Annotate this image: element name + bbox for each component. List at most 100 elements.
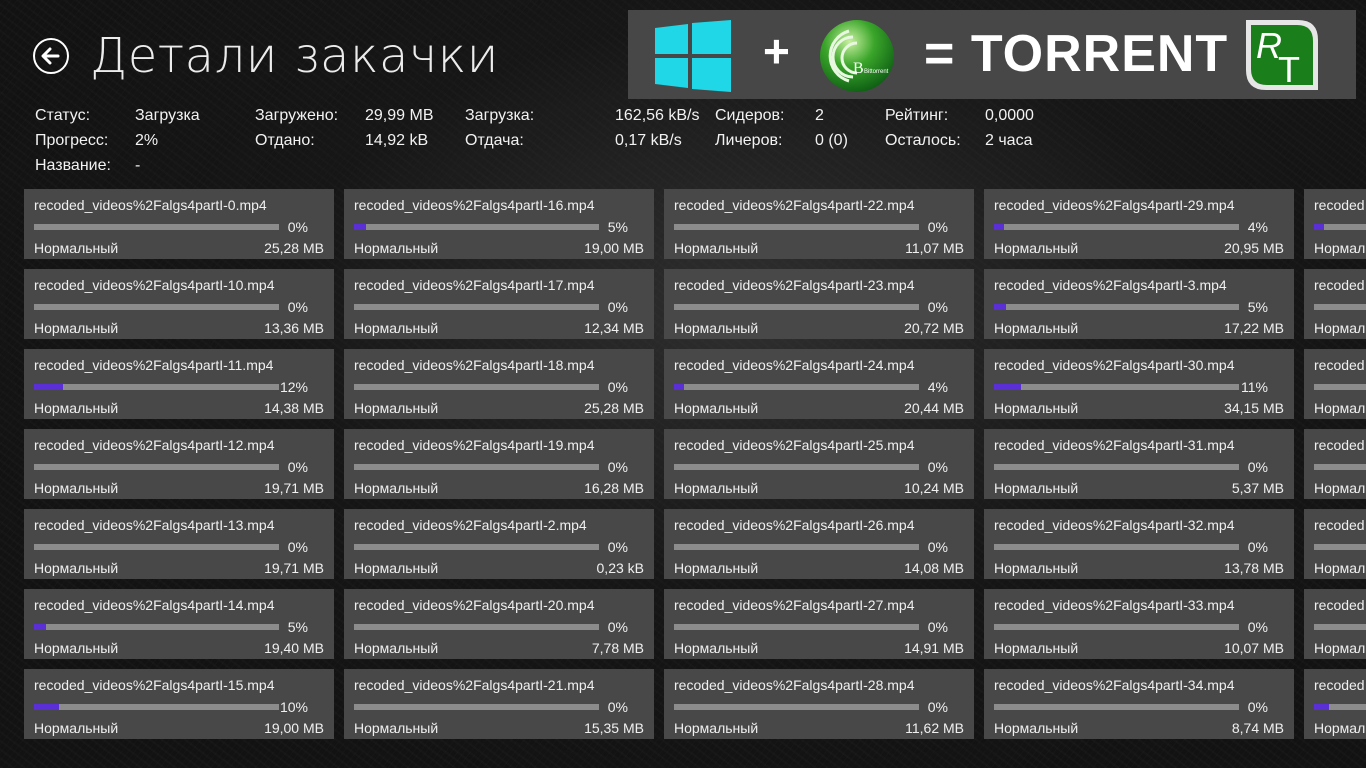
file-tile[interactable]: recoded Нормал [1304, 509, 1366, 579]
file-priority: Нормальный [34, 320, 119, 336]
file-tile[interactable]: recoded_videos%2Falgs4partI-22.mp4 0% Норм… [664, 189, 974, 259]
progress-label: Прогресс: [35, 132, 109, 149]
file-tile[interactable]: recoded_videos%2Falgs4partI-28.mp4 0% Норм… [664, 669, 974, 739]
file-name: recoded_videos%2Falgs4partI-27.mp4 [674, 597, 915, 613]
file-progress-bar [354, 704, 599, 710]
file-tile[interactable]: recoded_videos%2Falgs4partI-20.mp4 0% Норм… [344, 589, 654, 659]
file-percent: 0% [1247, 539, 1268, 555]
file-size: 15,35 MB [584, 720, 644, 736]
file-progress-bar [1314, 384, 1366, 390]
file-priority: Нормальный [34, 720, 119, 736]
file-name: recoded_videos%2Falgs4partI-12.mp4 [34, 437, 275, 453]
file-priority: Нормальный [674, 400, 759, 416]
file-tile[interactable]: recoded_videos%2Falgs4partI-18.mp4 0% Норм… [344, 349, 654, 419]
file-progress-bar [994, 384, 1239, 390]
file-tile[interactable]: recoded_videos%2Falgs4partI-21.mp4 0% Норм… [344, 669, 654, 739]
file-tile[interactable]: recoded Нормал [1304, 269, 1366, 339]
file-size: 19,71 MB [264, 480, 324, 496]
file-tile[interactable]: recoded_videos%2Falgs4partI-19.mp4 0% Норм… [344, 429, 654, 499]
file-tile[interactable]: recoded_videos%2Falgs4partI-12.mp4 0% Норм… [24, 429, 334, 499]
windows-logo-icon [655, 20, 731, 92]
file-percent: 0% [287, 539, 308, 555]
file-size: 13,78 MB [1224, 560, 1284, 576]
file-tile[interactable]: recoded_videos%2Falgs4partI-17.mp4 0% Норм… [344, 269, 654, 339]
file-tile[interactable]: recoded_videos%2Falgs4partI-31.mp4 0% Норм… [984, 429, 1294, 499]
file-name: recoded_videos%2Falgs4partI-16.mp4 [354, 197, 595, 213]
remaining-value: 2 часа [985, 132, 1033, 149]
file-tile[interactable]: recoded Нормал [1304, 349, 1366, 419]
progress-value: 2% [135, 132, 159, 149]
file-tile[interactable]: recoded_videos%2Falgs4partI-27.mp4 0% Норм… [664, 589, 974, 659]
file-name: recoded_videos%2Falgs4partI-3.mp4 [994, 277, 1227, 293]
file-tile[interactable]: recoded_videos%2Falgs4partI-23.mp4 0% Норм… [664, 269, 974, 339]
file-name: recoded [1314, 677, 1365, 693]
bittorrent-logo-icon: B Bittorrent [820, 20, 894, 92]
file-tile[interactable]: recoded Нормал [1304, 429, 1366, 499]
file-progress-bar [674, 624, 919, 630]
file-progress-fill [994, 304, 1007, 310]
file-tile[interactable]: recoded_videos%2Falgs4partI-0.mp4 0% Норма… [24, 189, 334, 259]
file-name: recoded [1314, 197, 1365, 213]
file-priority: Нормальный [994, 240, 1079, 256]
file-tile[interactable]: recoded Нормал [1304, 589, 1366, 659]
file-progress-bar [354, 304, 599, 310]
file-size: 19,00 MB [264, 720, 324, 736]
file-priority: Нормал [1314, 560, 1366, 576]
file-tile[interactable]: recoded_videos%2Falgs4partI-3.mp4 5% Норма… [984, 269, 1294, 339]
file-tile[interactable]: recoded_videos%2Falgs4partI-11.mp4 12% Нор… [24, 349, 334, 419]
file-priority: Нормальный [34, 560, 119, 576]
file-tile[interactable]: recoded_videos%2Falgs4partI-13.mp4 0% Норм… [24, 509, 334, 579]
file-tile[interactable]: recoded_videos%2Falgs4partI-29.mp4 4% Норм… [984, 189, 1294, 259]
file-tile[interactable]: recoded Нормал [1304, 189, 1366, 259]
file-progress-fill [34, 384, 64, 390]
file-tile[interactable]: recoded_videos%2Falgs4partI-24.mp4 4% Норм… [664, 349, 974, 419]
file-percent: 0% [607, 539, 628, 555]
file-name: recoded_videos%2Falgs4partI-15.mp4 [34, 677, 275, 693]
back-button[interactable] [33, 38, 69, 74]
file-priority: Нормальный [674, 240, 759, 256]
file-priority: Нормальный [674, 720, 759, 736]
file-tile[interactable]: recoded_videos%2Falgs4partI-33.mp4 0% Норм… [984, 589, 1294, 659]
file-progress-bar [1314, 624, 1366, 630]
file-tile[interactable]: recoded_videos%2Falgs4partI-25.mp4 0% Норм… [664, 429, 974, 499]
file-progress-fill [1314, 704, 1329, 710]
file-name: recoded_videos%2Falgs4partI-31.mp4 [994, 437, 1235, 453]
file-tile[interactable]: recoded_videos%2Falgs4partI-30.mp4 11% Нор… [984, 349, 1294, 419]
file-priority: Нормальный [354, 320, 439, 336]
file-tile[interactable]: recoded Нормал [1304, 669, 1366, 739]
file-progress-bar [674, 464, 919, 470]
file-priority: Нормальный [34, 400, 119, 416]
file-progress-bar [674, 224, 919, 230]
file-name: recoded_videos%2Falgs4partI-24.mp4 [674, 357, 915, 373]
file-size: 11,62 MB [905, 720, 964, 736]
file-name: recoded_videos%2Falgs4partI-19.mp4 [354, 437, 595, 453]
file-tile[interactable]: recoded_videos%2Falgs4partI-10.mp4 0% Норм… [24, 269, 334, 339]
file-priority: Нормал [1314, 720, 1366, 736]
file-tile[interactable]: recoded_videos%2Falgs4partI-34.mp4 0% Норм… [984, 669, 1294, 739]
file-tile[interactable]: recoded_videos%2Falgs4partI-26.mp4 0% Норм… [664, 509, 974, 579]
file-name: recoded_videos%2Falgs4partI-22.mp4 [674, 197, 915, 213]
file-priority: Нормальный [34, 640, 119, 656]
file-tile[interactable]: recoded_videos%2Falgs4partI-15.mp4 10% Нор… [24, 669, 334, 739]
file-tile[interactable]: recoded_videos%2Falgs4partI-16.mp4 5% Норм… [344, 189, 654, 259]
file-size: 20,95 MB [1224, 240, 1284, 256]
file-name: recoded_videos%2Falgs4partI-20.mp4 [354, 597, 595, 613]
file-tile[interactable]: recoded_videos%2Falgs4partI-32.mp4 0% Норм… [984, 509, 1294, 579]
file-priority: Нормал [1314, 640, 1366, 656]
file-name: recoded_videos%2Falgs4partI-17.mp4 [354, 277, 595, 293]
file-progress-bar [674, 544, 919, 550]
file-progress-bar [34, 304, 279, 310]
file-progress-bar [674, 384, 919, 390]
file-name: recoded [1314, 517, 1365, 533]
file-progress-fill [674, 384, 684, 390]
file-progress-fill [354, 224, 367, 230]
file-percent: 12% [279, 379, 308, 395]
file-tile[interactable]: recoded_videos%2Falgs4partI-14.mp4 5% Норм… [24, 589, 334, 659]
file-tile[interactable]: recoded_videos%2Falgs4partI-2.mp4 0% Норма… [344, 509, 654, 579]
file-percent: 5% [1247, 299, 1268, 315]
banner-plus: + [763, 25, 790, 77]
file-name: recoded [1314, 277, 1365, 293]
file-percent: 0% [927, 619, 948, 635]
file-name: recoded_videos%2Falgs4partI-33.mp4 [994, 597, 1235, 613]
file-progress-bar [1314, 224, 1366, 230]
